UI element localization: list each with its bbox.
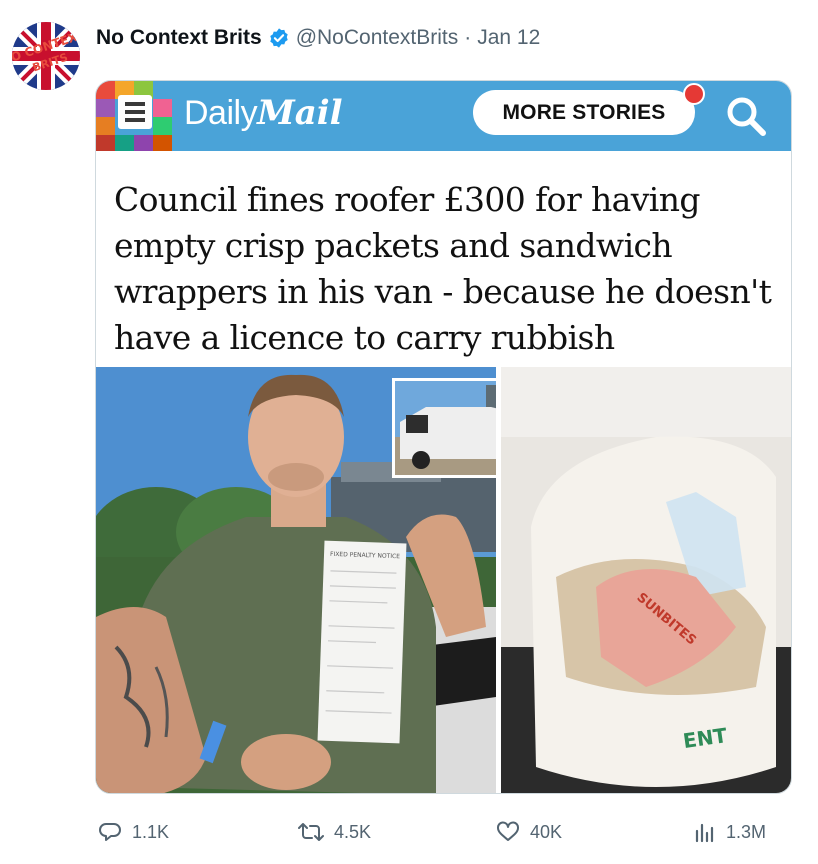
- verified-badge-icon[interactable]: [268, 27, 290, 49]
- retweet-count: 4.5K: [334, 821, 372, 842]
- views-chart-icon: [695, 823, 714, 843]
- union-jack-avatar-image: NO CONTEXT BRITS: [12, 22, 80, 90]
- avatar[interactable]: NO CONTEXT BRITS: [12, 22, 80, 90]
- views-button[interactable]: 1.3M: [694, 820, 766, 844]
- menu-icon[interactable]: [118, 95, 152, 129]
- daily-mail-wordmark: DailyMail: [184, 93, 343, 133]
- reply-button[interactable]: 1.1K: [98, 820, 169, 844]
- reply-icon: [99, 823, 121, 841]
- handle[interactable]: @NoContextBrits: [296, 26, 459, 50]
- separator-dot: ·: [464, 26, 472, 49]
- brand-mail: Mail: [257, 93, 343, 133]
- display-name[interactable]: No Context Brits: [96, 26, 262, 50]
- views-count: 1.3M: [726, 821, 767, 842]
- retweet-button[interactable]: 4.5K: [298, 820, 371, 844]
- like-count: 40K: [530, 821, 563, 842]
- timestamp[interactable]: Jan 12: [477, 26, 540, 50]
- more-stories-button[interactable]: MORE STORIES: [473, 90, 695, 135]
- article-headline: Council fines roofer £300 for having emp…: [114, 180, 772, 357]
- reply-count: 1.1K: [132, 821, 170, 842]
- article-photo: FIXED PENALTY NOTICE SUNBITES ENT: [96, 367, 791, 793]
- search-icon[interactable]: [723, 93, 769, 139]
- media-card[interactable]: DailyMail MORE STORIES Council fines roo…: [95, 80, 792, 794]
- like-button[interactable]: 40K: [496, 820, 562, 844]
- brand-daily: Daily: [184, 94, 258, 132]
- notification-dot: [683, 83, 705, 105]
- heart-icon: [497, 821, 519, 841]
- retweet-icon: [298, 823, 324, 841]
- tweet-header: No Context Brits @NoContextBrits · Jan 1…: [96, 26, 540, 50]
- daily-mail-header-bar: DailyMail MORE STORIES: [96, 81, 791, 151]
